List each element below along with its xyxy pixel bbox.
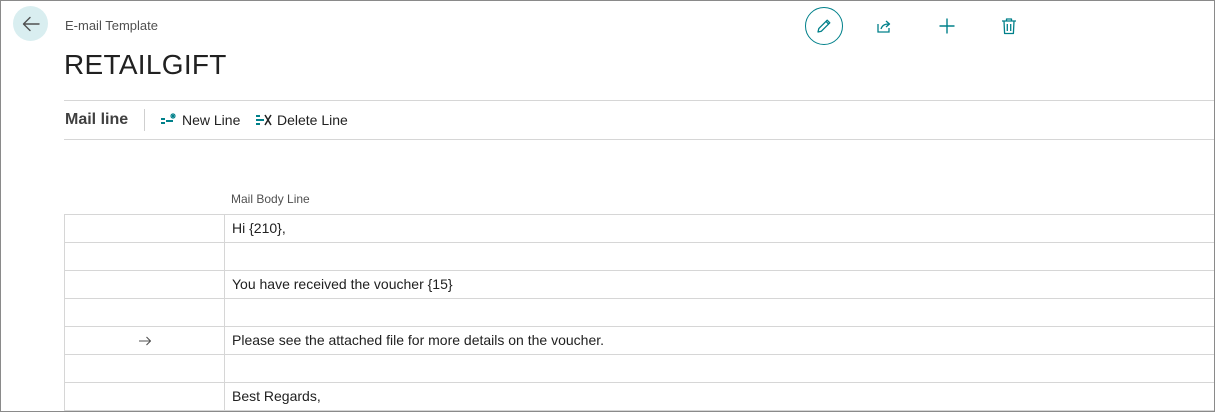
row-indicator[interactable]	[65, 271, 225, 298]
mail-body-line-cell[interactable]	[225, 355, 1214, 382]
trash-icon	[1002, 18, 1016, 35]
new-line-label: New Line	[182, 112, 241, 128]
delete-button[interactable]	[990, 7, 1028, 45]
new-button[interactable]	[928, 7, 966, 45]
action-separator	[144, 109, 145, 131]
table-row[interactable]: Hi {210},	[65, 215, 1214, 243]
row-indicator[interactable]	[65, 383, 225, 410]
arrow-right-icon	[138, 336, 151, 345]
table-row[interactable]	[65, 299, 1214, 327]
mail-body-line-cell[interactable]	[225, 243, 1214, 270]
table-row[interactable]	[65, 243, 1214, 271]
mail-body-line-cell[interactable]	[225, 299, 1214, 326]
row-indicator[interactable]	[65, 327, 225, 354]
plus-icon	[939, 18, 955, 34]
row-indicator[interactable]	[65, 215, 225, 242]
entity-type-caption: E-mail Template	[65, 18, 158, 33]
share-button[interactable]	[865, 7, 903, 45]
page-frame: E-mail Template RETAILGIFT Mail line New…	[0, 0, 1215, 412]
new-line-button[interactable]: New Line	[160, 110, 240, 130]
row-indicator[interactable]	[65, 243, 225, 270]
delete-line-label: Delete Line	[277, 112, 348, 128]
mail-lines-grid: Hi {210}, You have received the voucher …	[64, 214, 1214, 411]
pencil-icon	[817, 19, 831, 33]
table-row[interactable]: Best Regards,	[65, 383, 1214, 411]
row-indicator[interactable]	[65, 299, 225, 326]
mail-body-line-cell[interactable]: Best Regards,	[225, 383, 1214, 410]
column-header-mail-body-line[interactable]: Mail Body Line	[231, 192, 310, 206]
edit-button[interactable]	[805, 7, 843, 45]
back-button[interactable]	[13, 6, 48, 41]
mail-body-line-cell[interactable]: Please see the attached file for more de…	[225, 327, 1214, 354]
arrow-left-icon	[22, 16, 40, 31]
share-icon	[877, 20, 891, 33]
row-indicator[interactable]	[65, 355, 225, 382]
page-title: RETAILGIFT	[64, 49, 227, 80]
table-row[interactable]: Please see the attached file for more de…	[65, 327, 1214, 355]
mail-body-line-cell[interactable]: You have received the voucher {15}	[225, 271, 1214, 298]
part-action-bar: Mail line New Line Delete Line	[65, 101, 1214, 139]
table-row[interactable]	[65, 355, 1214, 383]
new-line-icon	[161, 113, 176, 124]
delete-line-icon	[256, 114, 272, 126]
table-row[interactable]: You have received the voucher {15}	[65, 271, 1214, 299]
part-title: Mail line	[65, 111, 129, 128]
mail-body-line-cell[interactable]: Hi {210},	[225, 215, 1214, 242]
section-divider	[64, 139, 1214, 140]
delete-line-button[interactable]: Delete Line	[255, 110, 348, 130]
